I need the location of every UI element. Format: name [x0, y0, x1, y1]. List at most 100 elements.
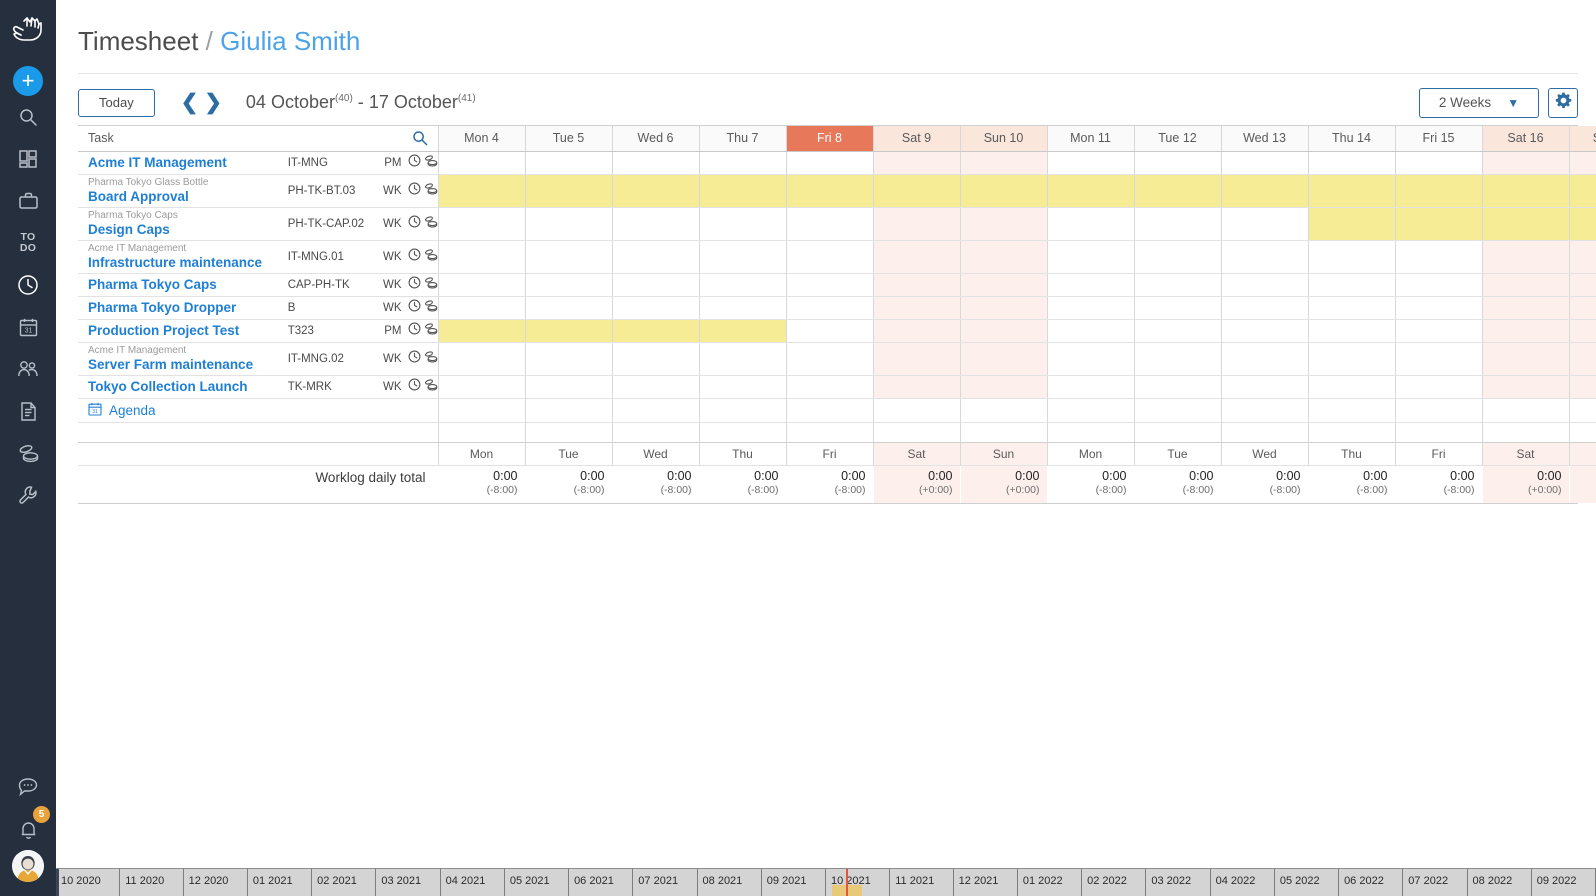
sidebar-item-search[interactable]: [0, 96, 56, 138]
worklog-icon[interactable]: [424, 154, 438, 172]
time-cell[interactable]: [1481, 296, 1569, 320]
sidebar-item-calendar[interactable]: 31: [0, 306, 56, 348]
time-cell[interactable]: [524, 151, 612, 175]
timeline-segment[interactable]: 08 2022: [1468, 869, 1532, 896]
time-cell[interactable]: [1394, 342, 1482, 376]
time-cell[interactable]: [1220, 342, 1308, 376]
clock-icon[interactable]: [408, 350, 421, 368]
time-cell[interactable]: [1481, 207, 1569, 241]
time-cell[interactable]: [1568, 240, 1596, 274]
time-cell[interactable]: [1307, 207, 1395, 241]
time-cell[interactable]: [437, 319, 525, 343]
time-cell[interactable]: [1394, 319, 1482, 343]
time-cell[interactable]: [1133, 151, 1221, 175]
time-cell[interactable]: [437, 342, 525, 376]
time-cell[interactable]: [1046, 319, 1134, 343]
day-header-mon-4[interactable]: Mon 4: [437, 126, 525, 152]
chevron-left-icon[interactable]: ❮: [181, 92, 199, 113]
time-cell[interactable]: [437, 174, 525, 208]
day-header-sun-17[interactable]: Sun 17: [1568, 126, 1596, 152]
sidebar-item-dashboard[interactable]: [0, 138, 56, 180]
time-cell[interactable]: [437, 207, 525, 241]
time-cell[interactable]: [1568, 319, 1596, 343]
timeline-segment[interactable]: 12 2021: [954, 869, 1018, 896]
time-cell[interactable]: [959, 319, 1047, 343]
agenda-row[interactable]: 31 Agenda: [78, 398, 1596, 423]
time-cell[interactable]: [1133, 319, 1221, 343]
time-cell[interactable]: [698, 342, 786, 376]
time-cell[interactable]: [611, 319, 699, 343]
task-name-link[interactable]: Production Project Test: [88, 323, 288, 339]
sidebar-item-people[interactable]: [0, 348, 56, 390]
agenda-day-cell[interactable]: [1046, 398, 1134, 423]
sidebar-item-notifications[interactable]: 5: [0, 806, 56, 850]
settings-button[interactable]: [1548, 87, 1578, 118]
time-cell[interactable]: [1220, 151, 1308, 175]
timeline-segment[interactable]: 11 2020: [120, 869, 184, 896]
agenda-day-cell[interactable]: [524, 398, 612, 423]
day-header-tue-5[interactable]: Tue 5: [524, 126, 612, 152]
time-cell[interactable]: [611, 151, 699, 175]
table-row[interactable]: Pharma Tokyo CapsCAP-PH-TKWK0:00: [78, 273, 1596, 297]
time-cell[interactable]: [1394, 151, 1482, 175]
worklog-icon[interactable]: [424, 350, 438, 368]
time-cell[interactable]: [1046, 240, 1134, 274]
search-icon[interactable]: [412, 130, 428, 149]
time-cell[interactable]: [524, 296, 612, 320]
time-cell[interactable]: [524, 240, 612, 274]
time-cell[interactable]: [1568, 207, 1596, 241]
time-cell[interactable]: [698, 375, 786, 399]
time-cell[interactable]: [872, 151, 960, 175]
worklog-icon[interactable]: [424, 215, 438, 233]
time-cell[interactable]: [1046, 296, 1134, 320]
clock-icon[interactable]: [408, 378, 421, 396]
time-cell[interactable]: [1481, 273, 1569, 297]
agenda-day-cell[interactable]: [1133, 398, 1221, 423]
agenda-day-cell[interactable]: [959, 398, 1047, 423]
time-cell[interactable]: [959, 342, 1047, 376]
time-cell[interactable]: [785, 240, 873, 274]
agenda-day-cell[interactable]: [1568, 398, 1596, 423]
time-cell[interactable]: [1220, 319, 1308, 343]
time-cell[interactable]: [524, 273, 612, 297]
day-header-thu-14[interactable]: Thu 14: [1307, 126, 1395, 152]
day-header-thu-7[interactable]: Thu 7: [698, 126, 786, 152]
time-cell[interactable]: [959, 240, 1047, 274]
time-cell[interactable]: [1481, 240, 1569, 274]
time-cell[interactable]: [959, 174, 1047, 208]
time-cell[interactable]: [1133, 273, 1221, 297]
time-cell[interactable]: [1220, 174, 1308, 208]
time-cell[interactable]: [1568, 273, 1596, 297]
clock-icon[interactable]: [408, 299, 421, 317]
time-cell[interactable]: [785, 174, 873, 208]
time-cell[interactable]: [1133, 296, 1221, 320]
time-cell[interactable]: [437, 296, 525, 320]
time-cell[interactable]: [1307, 319, 1395, 343]
worklog-icon[interactable]: [424, 248, 438, 266]
time-cell[interactable]: [785, 342, 873, 376]
clock-icon[interactable]: [408, 182, 421, 200]
day-header-mon-11[interactable]: Mon 11: [1046, 126, 1134, 152]
time-cell[interactable]: [1133, 240, 1221, 274]
timeline-segment[interactable]: 05 2022: [1275, 869, 1340, 896]
time-cell[interactable]: [1481, 319, 1569, 343]
time-cell[interactable]: [1046, 207, 1134, 241]
add-button[interactable]: +: [13, 66, 43, 96]
time-cell[interactable]: [524, 319, 612, 343]
time-cell[interactable]: [1568, 174, 1596, 208]
period-select[interactable]: 2 Weeks ▼: [1419, 87, 1539, 118]
time-cell[interactable]: [1394, 174, 1482, 208]
timeline-segment[interactable]: 07 2022: [1403, 869, 1468, 896]
table-row[interactable]: Pharma Tokyo Glass Bottle Board Approval P…: [78, 174, 1596, 208]
table-row[interactable]: Tokyo Collection LaunchTK-MRKWK0:00: [78, 375, 1596, 399]
time-cell[interactable]: [437, 375, 525, 399]
worklog-icon[interactable]: [424, 322, 438, 340]
timeline-segment[interactable]: 02 2022: [1082, 869, 1147, 896]
avatar[interactable]: [12, 850, 44, 882]
time-cell[interactable]: [698, 319, 786, 343]
day-header-sat-9[interactable]: Sat 9: [872, 126, 960, 152]
time-cell[interactable]: [698, 174, 786, 208]
time-cell[interactable]: [1394, 375, 1482, 399]
time-cell[interactable]: [959, 207, 1047, 241]
timeline-segment[interactable]: 11 2021: [890, 869, 954, 896]
